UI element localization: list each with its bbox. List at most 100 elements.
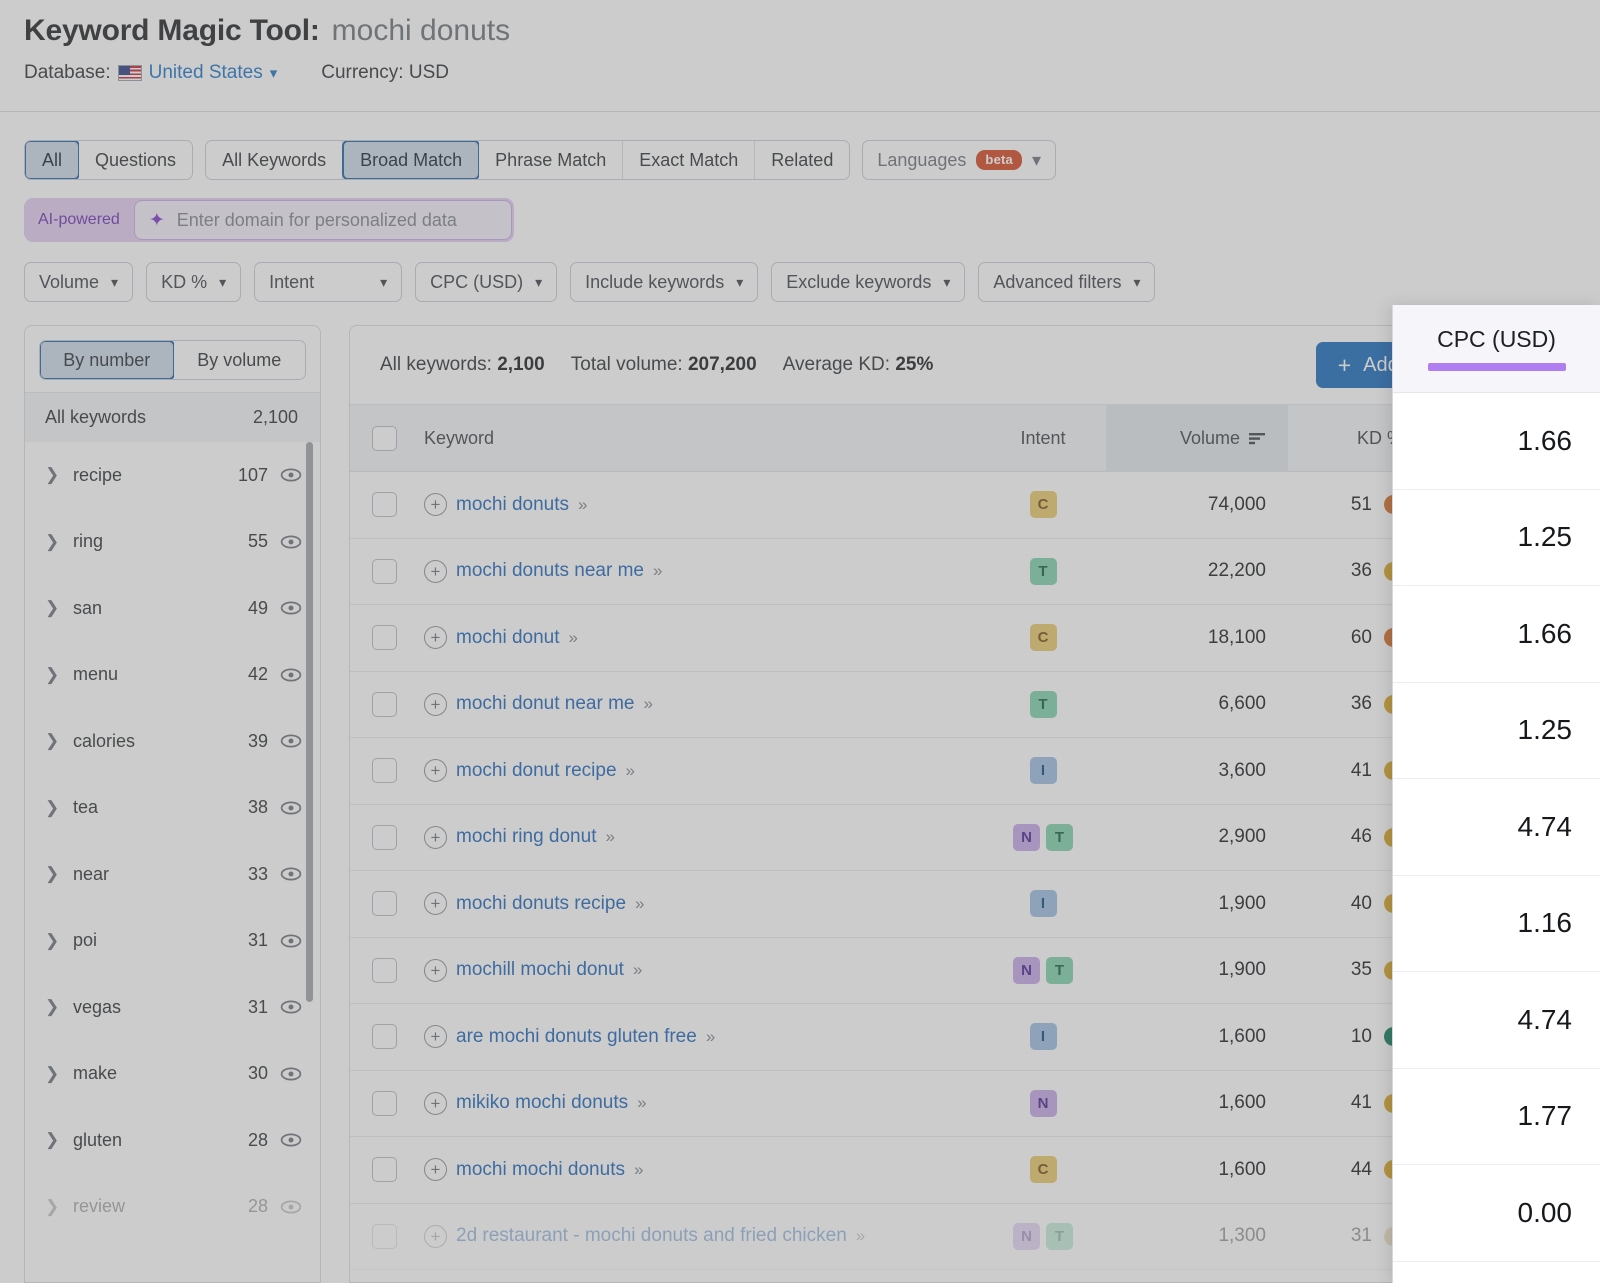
- sidebar-scrollbar[interactable]: [306, 442, 313, 1002]
- add-keyword-icon[interactable]: +: [424, 493, 447, 516]
- double-chevron-icon[interactable]: »: [644, 694, 651, 714]
- filter-intent[interactable]: Intent ▾: [254, 262, 402, 302]
- eye-icon[interactable]: [280, 1067, 302, 1081]
- column-header-intent[interactable]: Intent: [980, 428, 1106, 449]
- keyword-link[interactable]: mochi donut near me: [456, 693, 635, 715]
- row-checkbox[interactable]: [372, 492, 397, 517]
- tab-exact-match[interactable]: Exact Match: [623, 141, 755, 179]
- domain-input[interactable]: ✦ Enter domain for personalized data: [134, 200, 512, 240]
- tab-all[interactable]: All: [24, 140, 80, 180]
- row-checkbox[interactable]: [372, 1091, 397, 1116]
- double-chevron-icon[interactable]: »: [569, 628, 576, 648]
- sidebar-item-gluten[interactable]: ❯gluten28: [25, 1107, 320, 1174]
- chevron-right-icon[interactable]: ❯: [45, 1130, 67, 1150]
- double-chevron-icon[interactable]: »: [706, 1027, 713, 1047]
- chevron-right-icon[interactable]: ❯: [45, 731, 67, 751]
- chevron-right-icon[interactable]: ❯: [45, 665, 67, 685]
- keyword-link[interactable]: mochi donuts recipe: [456, 893, 626, 915]
- chevron-right-icon[interactable]: ❯: [45, 598, 67, 618]
- double-chevron-icon[interactable]: »: [856, 1226, 863, 1246]
- add-keyword-icon[interactable]: +: [424, 759, 447, 782]
- eye-icon[interactable]: [280, 801, 302, 815]
- row-checkbox[interactable]: [372, 1024, 397, 1049]
- sidebar-item-review[interactable]: ❯review28: [25, 1174, 320, 1241]
- keyword-link[interactable]: mochill mochi donut: [456, 959, 624, 981]
- double-chevron-icon[interactable]: »: [626, 761, 633, 781]
- sidebar-all-keywords[interactable]: All keywords 2,100: [25, 392, 320, 442]
- double-chevron-icon[interactable]: »: [637, 1093, 644, 1113]
- tab-phrase-match[interactable]: Phrase Match: [479, 141, 623, 179]
- tab-broad-match[interactable]: Broad Match: [342, 140, 480, 180]
- keyword-link[interactable]: mochi mochi donuts: [456, 1159, 625, 1181]
- double-chevron-icon[interactable]: »: [578, 495, 585, 515]
- column-header-volume[interactable]: Volume: [1106, 405, 1288, 471]
- add-keyword-icon[interactable]: +: [424, 1225, 447, 1248]
- filter-include-keywords[interactable]: Include keywords ▾: [570, 262, 758, 302]
- eye-icon[interactable]: [280, 734, 302, 748]
- add-keyword-icon[interactable]: +: [424, 892, 447, 915]
- sidebar-item-san[interactable]: ❯san49: [25, 575, 320, 642]
- chevron-down-icon[interactable]: ▾: [270, 64, 278, 82]
- add-keyword-icon[interactable]: +: [424, 826, 447, 849]
- sidebar-item-ring[interactable]: ❯ring55: [25, 509, 320, 576]
- keyword-link[interactable]: mikiko mochi donuts: [456, 1092, 628, 1114]
- row-checkbox[interactable]: [372, 1157, 397, 1182]
- eye-icon[interactable]: [280, 468, 302, 482]
- tab-related[interactable]: Related: [755, 141, 849, 179]
- row-checkbox[interactable]: [372, 958, 397, 983]
- sidebar-item-menu[interactable]: ❯menu42: [25, 642, 320, 709]
- filter-advanced[interactable]: Advanced filters ▾: [978, 262, 1155, 302]
- chevron-right-icon[interactable]: ❯: [45, 931, 67, 951]
- keyword-link[interactable]: mochi donut: [456, 627, 560, 649]
- sidebar-item-recipe[interactable]: ❯recipe107: [25, 442, 320, 509]
- chevron-right-icon[interactable]: ❯: [45, 864, 67, 884]
- chevron-right-icon[interactable]: ❯: [45, 798, 67, 818]
- eye-icon[interactable]: [280, 668, 302, 682]
- keyword-link[interactable]: are mochi donuts gluten free: [456, 1026, 697, 1048]
- eye-icon[interactable]: [280, 1200, 302, 1214]
- eye-icon[interactable]: [280, 1133, 302, 1147]
- row-checkbox[interactable]: [372, 625, 397, 650]
- row-checkbox[interactable]: [372, 758, 397, 783]
- keyword-link[interactable]: mochi donuts: [456, 494, 569, 516]
- add-keyword-icon[interactable]: +: [424, 693, 447, 716]
- chevron-right-icon[interactable]: ❯: [45, 997, 67, 1017]
- row-checkbox[interactable]: [372, 891, 397, 916]
- filter-volume[interactable]: Volume ▾: [24, 262, 133, 302]
- double-chevron-icon[interactable]: »: [633, 960, 640, 980]
- add-keyword-icon[interactable]: +: [424, 1092, 447, 1115]
- tab-all-keywords[interactable]: All Keywords: [206, 141, 343, 179]
- database-selector[interactable]: Database: United States ▾: [24, 62, 277, 84]
- column-header-keyword[interactable]: Keyword: [418, 428, 980, 449]
- eye-icon[interactable]: [280, 535, 302, 549]
- eye-icon[interactable]: [280, 934, 302, 948]
- add-keyword-icon[interactable]: +: [424, 1025, 447, 1048]
- tab-questions[interactable]: Questions: [79, 141, 192, 179]
- add-keyword-icon[interactable]: +: [424, 560, 447, 583]
- chevron-right-icon[interactable]: ❯: [45, 465, 67, 485]
- keyword-link[interactable]: mochi ring donut: [456, 826, 596, 848]
- database-value[interactable]: United States: [149, 62, 263, 84]
- sidebar-item-poi[interactable]: ❯poi31: [25, 908, 320, 975]
- double-chevron-icon[interactable]: »: [635, 894, 642, 914]
- keyword-link[interactable]: mochi donuts near me: [456, 560, 644, 582]
- add-keyword-icon[interactable]: +: [424, 1158, 447, 1181]
- keyword-link[interactable]: mochi donut recipe: [456, 760, 617, 782]
- eye-icon[interactable]: [280, 1000, 302, 1014]
- eye-icon[interactable]: [280, 867, 302, 881]
- toggle-by-volume[interactable]: By volume: [174, 341, 306, 379]
- sidebar-item-calories[interactable]: ❯calories39: [25, 708, 320, 775]
- chevron-right-icon[interactable]: ❯: [45, 1197, 67, 1217]
- languages-dropdown[interactable]: Languages beta ▾: [862, 140, 1056, 180]
- toggle-by-number[interactable]: By number: [39, 340, 175, 380]
- chevron-right-icon[interactable]: ❯: [45, 532, 67, 552]
- row-checkbox[interactable]: [372, 559, 397, 584]
- row-checkbox[interactable]: [372, 825, 397, 850]
- row-checkbox[interactable]: [372, 692, 397, 717]
- sidebar-item-near[interactable]: ❯near33: [25, 841, 320, 908]
- select-all-checkbox[interactable]: [372, 426, 397, 451]
- sidebar-item-vegas[interactable]: ❯vegas31: [25, 974, 320, 1041]
- double-chevron-icon[interactable]: »: [634, 1160, 641, 1180]
- double-chevron-icon[interactable]: »: [605, 827, 612, 847]
- add-keyword-icon[interactable]: +: [424, 959, 447, 982]
